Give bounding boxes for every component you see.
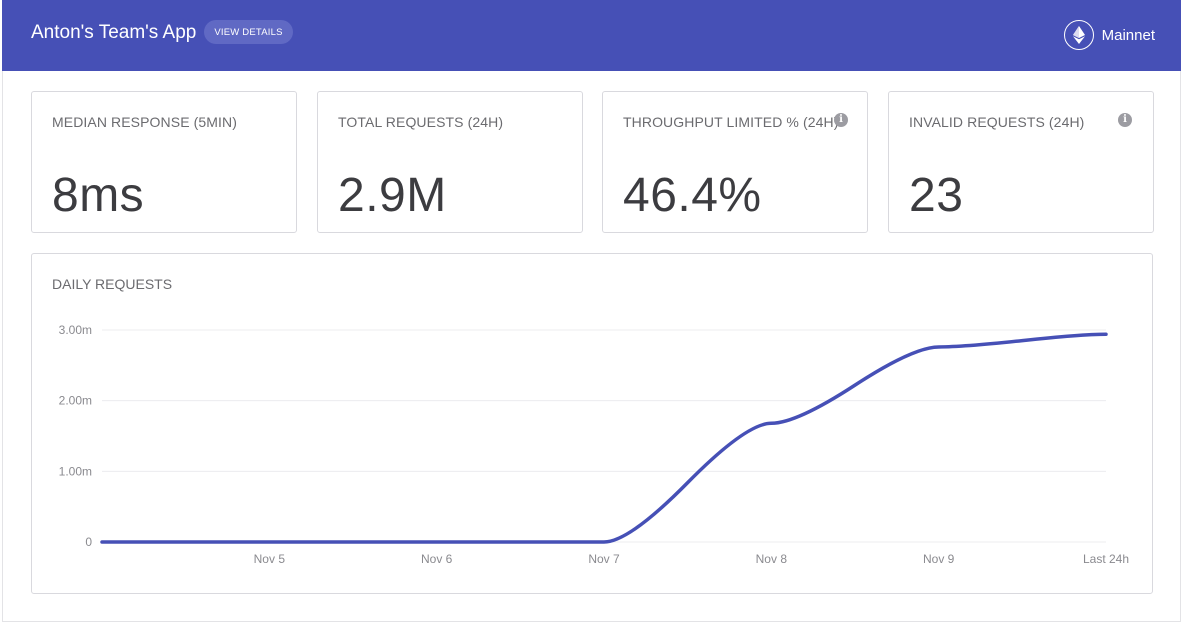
ethereum-icon xyxy=(1063,20,1094,50)
stat-card-median-response: MEDIAN RESPONSE (5MIN) 8ms xyxy=(31,91,297,233)
info-icon[interactable]: i xyxy=(1118,113,1132,127)
stat-label: MEDIAN RESPONSE (5MIN) xyxy=(52,114,237,130)
app-title: Anton's Team's App xyxy=(31,22,197,43)
stat-label: INVALID REQUESTS (24H) xyxy=(909,114,1085,130)
stat-value: 46.4% xyxy=(623,169,762,222)
view-details-button[interactable]: VIEW DETAILS xyxy=(204,20,293,44)
info-icon[interactable]: i xyxy=(834,113,848,127)
stat-value: 2.9M xyxy=(338,169,447,222)
daily-requests-chart-card: DAILY REQUESTS 0 1.00m 2.00m 3.00m Nov 5 Nov … xyxy=(31,253,1153,594)
stat-card-total-requests: TOTAL REQUESTS (24H) 2.9M xyxy=(317,91,583,233)
x-tick-label: Nov 5 xyxy=(254,552,286,566)
x-tick-label: Nov 6 xyxy=(421,552,453,566)
stat-label: THROUGHPUT LIMITED % (24H) xyxy=(623,114,839,130)
y-tick-label: 2.00m xyxy=(59,394,92,408)
stat-label: TOTAL REQUESTS (24H) xyxy=(338,114,504,130)
network-label: Mainnet xyxy=(1101,26,1155,44)
y-tick-label: 1.00m xyxy=(59,464,92,478)
series-line xyxy=(100,332,1108,544)
y-tick-label: 3.00m xyxy=(59,323,92,337)
x-tick-label: Nov 9 xyxy=(923,552,955,566)
y-tick-label: 0 xyxy=(85,535,92,549)
network-selector[interactable]: Mainnet xyxy=(1063,20,1155,50)
stat-card-throughput-limited: THROUGHPUT LIMITED % (24H) i 46.4% xyxy=(602,91,868,233)
x-tick-label: Last 24h xyxy=(1083,552,1129,566)
x-tick-label: Nov 7 xyxy=(588,552,620,566)
daily-requests-chart: 0 1.00m 2.00m 3.00m Nov 5 Nov 6 Nov 7 Nov 8 Nov … xyxy=(59,323,1129,566)
stat-value: 8ms xyxy=(52,169,145,222)
stat-value: 23 xyxy=(909,169,964,222)
app-header: Anton's Team's App VIEW DETAILS Mainnet xyxy=(2,0,1181,71)
x-tick-label: Nov 8 xyxy=(756,552,788,566)
stat-card-invalid-requests: INVALID REQUESTS (24H) i 23 xyxy=(888,91,1154,233)
